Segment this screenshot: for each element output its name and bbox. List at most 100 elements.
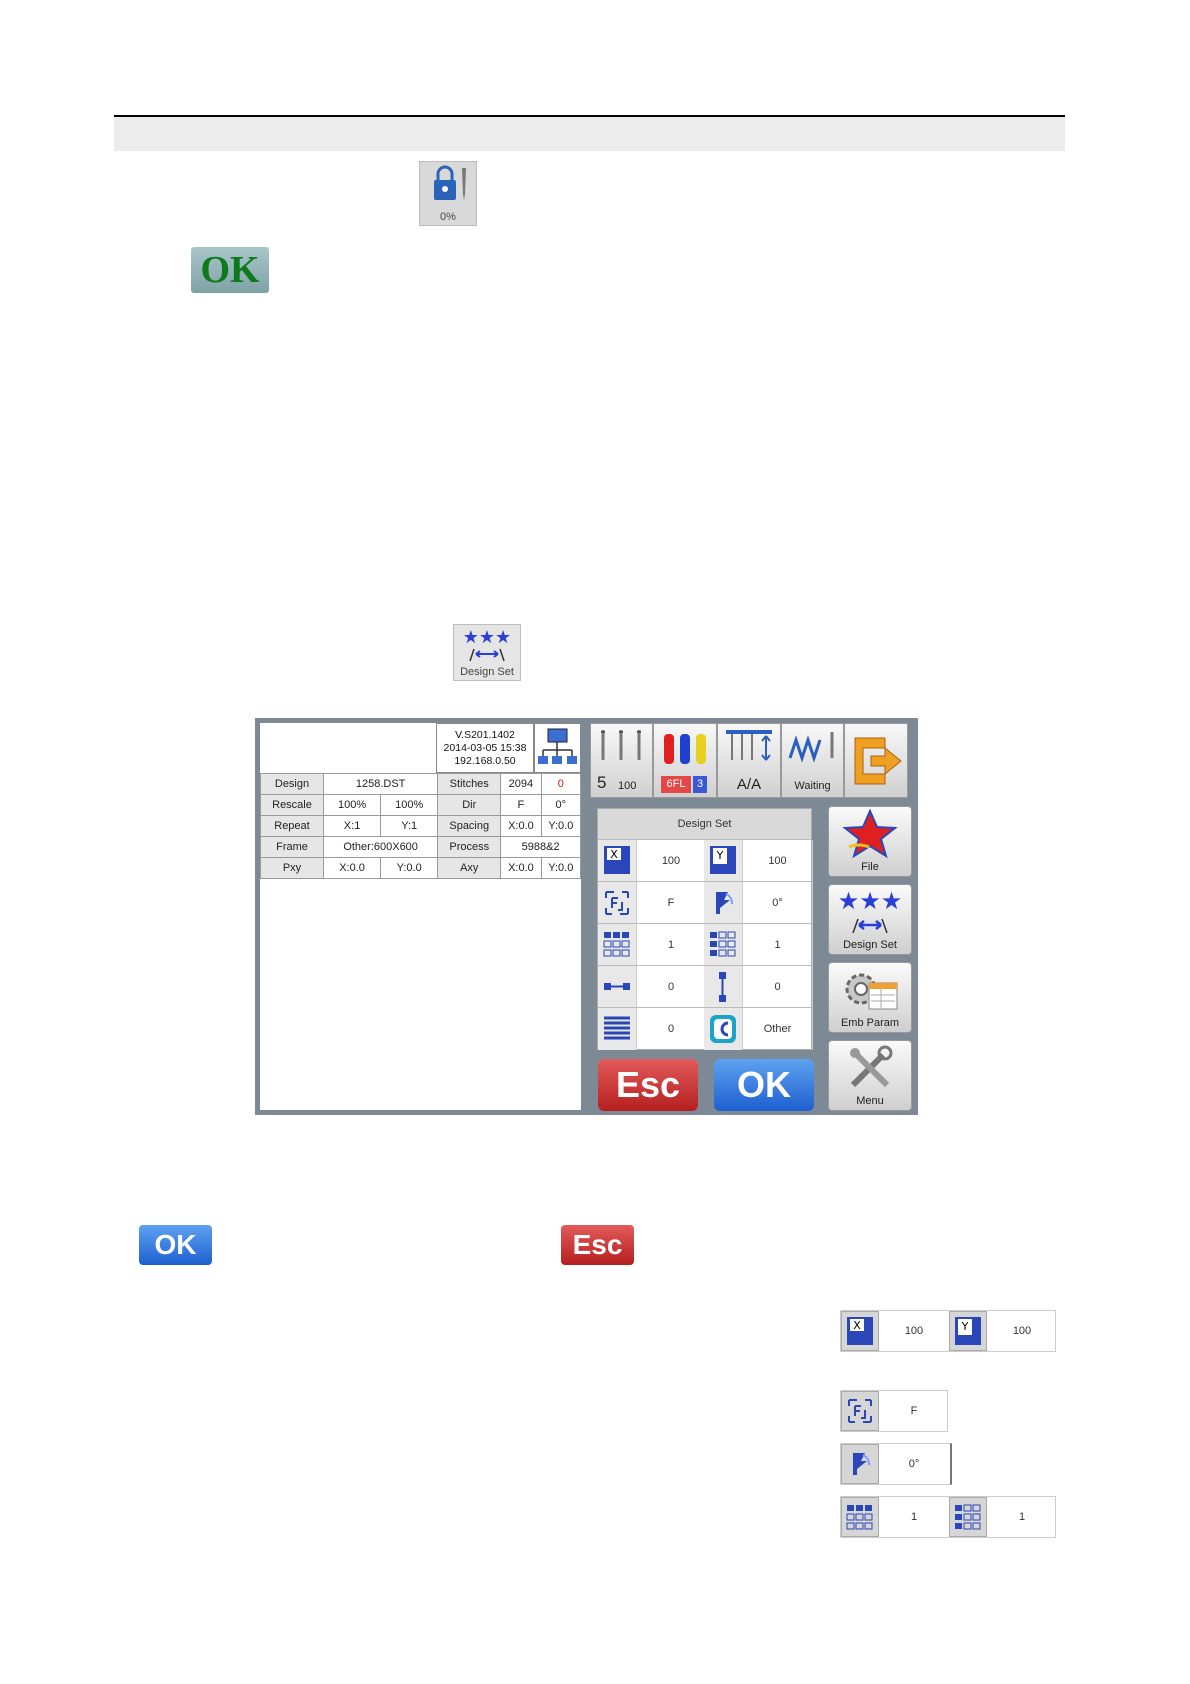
spacing-y-icon[interactable] — [704, 966, 742, 1008]
param-value: 100% — [380, 794, 439, 816]
param-value: 100% — [322, 794, 382, 816]
rotate-icon — [841, 1444, 879, 1484]
param-label: Rescale — [260, 794, 324, 816]
param-label: Process — [437, 836, 502, 858]
color-button[interactable]: 6FL 3 — [653, 723, 717, 798]
x-scale-icon: X — [841, 1311, 879, 1351]
repeat-x-value[interactable]: 1 — [636, 924, 706, 966]
repeat-y-icon — [949, 1497, 987, 1537]
param-label: Axy — [437, 857, 502, 879]
color-code: 6FL — [661, 776, 691, 793]
y-scale-value: 100 — [1012, 1325, 1032, 1337]
version-text: V.S201.1402 — [455, 729, 515, 741]
lines-icon[interactable] — [598, 1008, 636, 1050]
x-scale-value[interactable]: 100 — [636, 840, 706, 882]
param-value: Y:1 — [380, 815, 439, 837]
param-value: F — [500, 794, 542, 816]
repeat-y-icon[interactable] — [704, 924, 742, 966]
info-panel: V.S201.1402 2014-03-05 15:38 192.168.0.5… — [260, 723, 582, 1110]
ok-legend-button[interactable]: OK — [139, 1225, 212, 1265]
spacing-x-value[interactable]: 0 — [636, 966, 706, 1008]
status-button[interactable]: Waiting — [781, 723, 844, 798]
ip-text: 192.168.0.50 — [454, 755, 516, 767]
repeat-x-icon — [841, 1497, 879, 1537]
table-row: Design 1258.DST Stitches 2094 0 — [260, 773, 582, 795]
rotate-icon[interactable] — [704, 882, 742, 924]
file-label: File — [861, 861, 879, 873]
direction-value[interactable]: F — [636, 882, 706, 924]
star-icon — [842, 808, 898, 859]
lines-value[interactable]: 0 — [636, 1008, 706, 1050]
needle-height-icon — [726, 730, 772, 761]
exit-button[interactable] — [844, 723, 908, 798]
menu-label: Menu — [856, 1095, 884, 1107]
scale-row: X 100 Y 100 — [598, 839, 813, 882]
spacing-row: 0 0 — [598, 965, 813, 1008]
angle-example: 0° — [840, 1443, 952, 1485]
param-label: Pxy — [260, 857, 324, 879]
stitch-wave-icon — [788, 732, 834, 763]
speed-value: 100 — [618, 780, 637, 792]
datetime-text: 2014-03-05 15:38 — [443, 742, 527, 754]
angle-value[interactable]: 0° — [742, 882, 813, 924]
esc-button[interactable]: Esc — [598, 1059, 698, 1111]
section-bar — [114, 117, 1065, 151]
repeat-example: 1 1 — [840, 1496, 1056, 1538]
emb-param-button[interactable]: Emb Param — [828, 962, 912, 1033]
x-scale-value: 100 — [904, 1325, 924, 1337]
thread-spools-icon — [664, 734, 706, 764]
table-row: Pxy X:0.0 Y:0.0 Axy X:0.0 Y:0.0 — [260, 857, 582, 879]
param-label: Design — [260, 773, 324, 795]
design-set-icon: ★★★ — [838, 887, 903, 934]
file-button[interactable]: File — [828, 806, 912, 877]
aa-button[interactable]: A/A — [717, 723, 781, 798]
param-value: X:0.0 — [322, 857, 382, 879]
design-set-caption: Design Set — [460, 666, 514, 678]
spacing-x-icon[interactable] — [598, 966, 636, 1008]
table-row: Repeat X:1 Y:1 Spacing X:0.0 Y:0.0 — [260, 815, 582, 837]
status-text: Waiting — [794, 780, 831, 792]
svg-text:X: X — [610, 848, 618, 861]
lock-percent: 0% — [440, 211, 456, 223]
spacing-y-value[interactable]: 0 — [742, 966, 813, 1008]
param-value: 5988&2 — [500, 836, 581, 858]
scale-example: X 100 Y 100 — [840, 1310, 1056, 1352]
design-set-icon: ★★★ Design Set — [453, 624, 521, 681]
svg-text:Y: Y — [961, 1320, 969, 1333]
x-scale-icon[interactable]: X — [598, 840, 636, 882]
frame-icon[interactable] — [704, 1008, 742, 1050]
param-label: Spacing — [437, 815, 502, 837]
direction-icon[interactable] — [598, 882, 636, 924]
gear-icon — [845, 973, 898, 1010]
repeat-x-value: 1 — [910, 1511, 918, 1523]
repeat-x-icon[interactable] — [598, 924, 636, 966]
design-set-button[interactable]: ★★★ Design Set — [828, 884, 912, 955]
needle-number: 5 — [597, 773, 607, 792]
design-params-table: Design 1258.DST Stitches 2094 0 Rescale … — [260, 773, 582, 879]
param-value: 0° — [540, 794, 582, 816]
ok-button[interactable]: OK — [714, 1059, 814, 1111]
param-value: 1258.DST — [322, 773, 439, 795]
param-label: Frame — [260, 836, 324, 858]
param-label: Repeat — [260, 815, 324, 837]
color-number: 3 — [693, 776, 707, 793]
needle-button[interactable]: 5 100 — [590, 723, 653, 798]
repeat-y-value[interactable]: 1 — [742, 924, 813, 966]
y-scale-value[interactable]: 100 — [742, 840, 813, 882]
needles-icon — [601, 730, 641, 760]
param-value: Y:0.0 — [540, 815, 582, 837]
table-row: Frame Other:600X600 Process 5988&2 — [260, 836, 581, 858]
esc-legend-button[interactable]: Esc — [561, 1225, 634, 1265]
design-set-label: Design Set — [843, 939, 897, 951]
y-scale-icon[interactable]: Y — [704, 840, 742, 882]
direction-icon — [841, 1391, 879, 1431]
param-value: X:1 — [322, 815, 382, 837]
param-value-red: 0 — [540, 773, 582, 795]
menu-button[interactable]: Menu — [828, 1040, 912, 1111]
frame-value[interactable]: Other — [742, 1008, 813, 1050]
param-value: Y:0.0 — [380, 857, 439, 879]
svg-text:★★★: ★★★ — [838, 887, 903, 915]
network-icon[interactable] — [534, 723, 581, 773]
svg-text:★★★: ★★★ — [463, 627, 511, 648]
ok-button-green[interactable]: OK — [191, 247, 269, 293]
